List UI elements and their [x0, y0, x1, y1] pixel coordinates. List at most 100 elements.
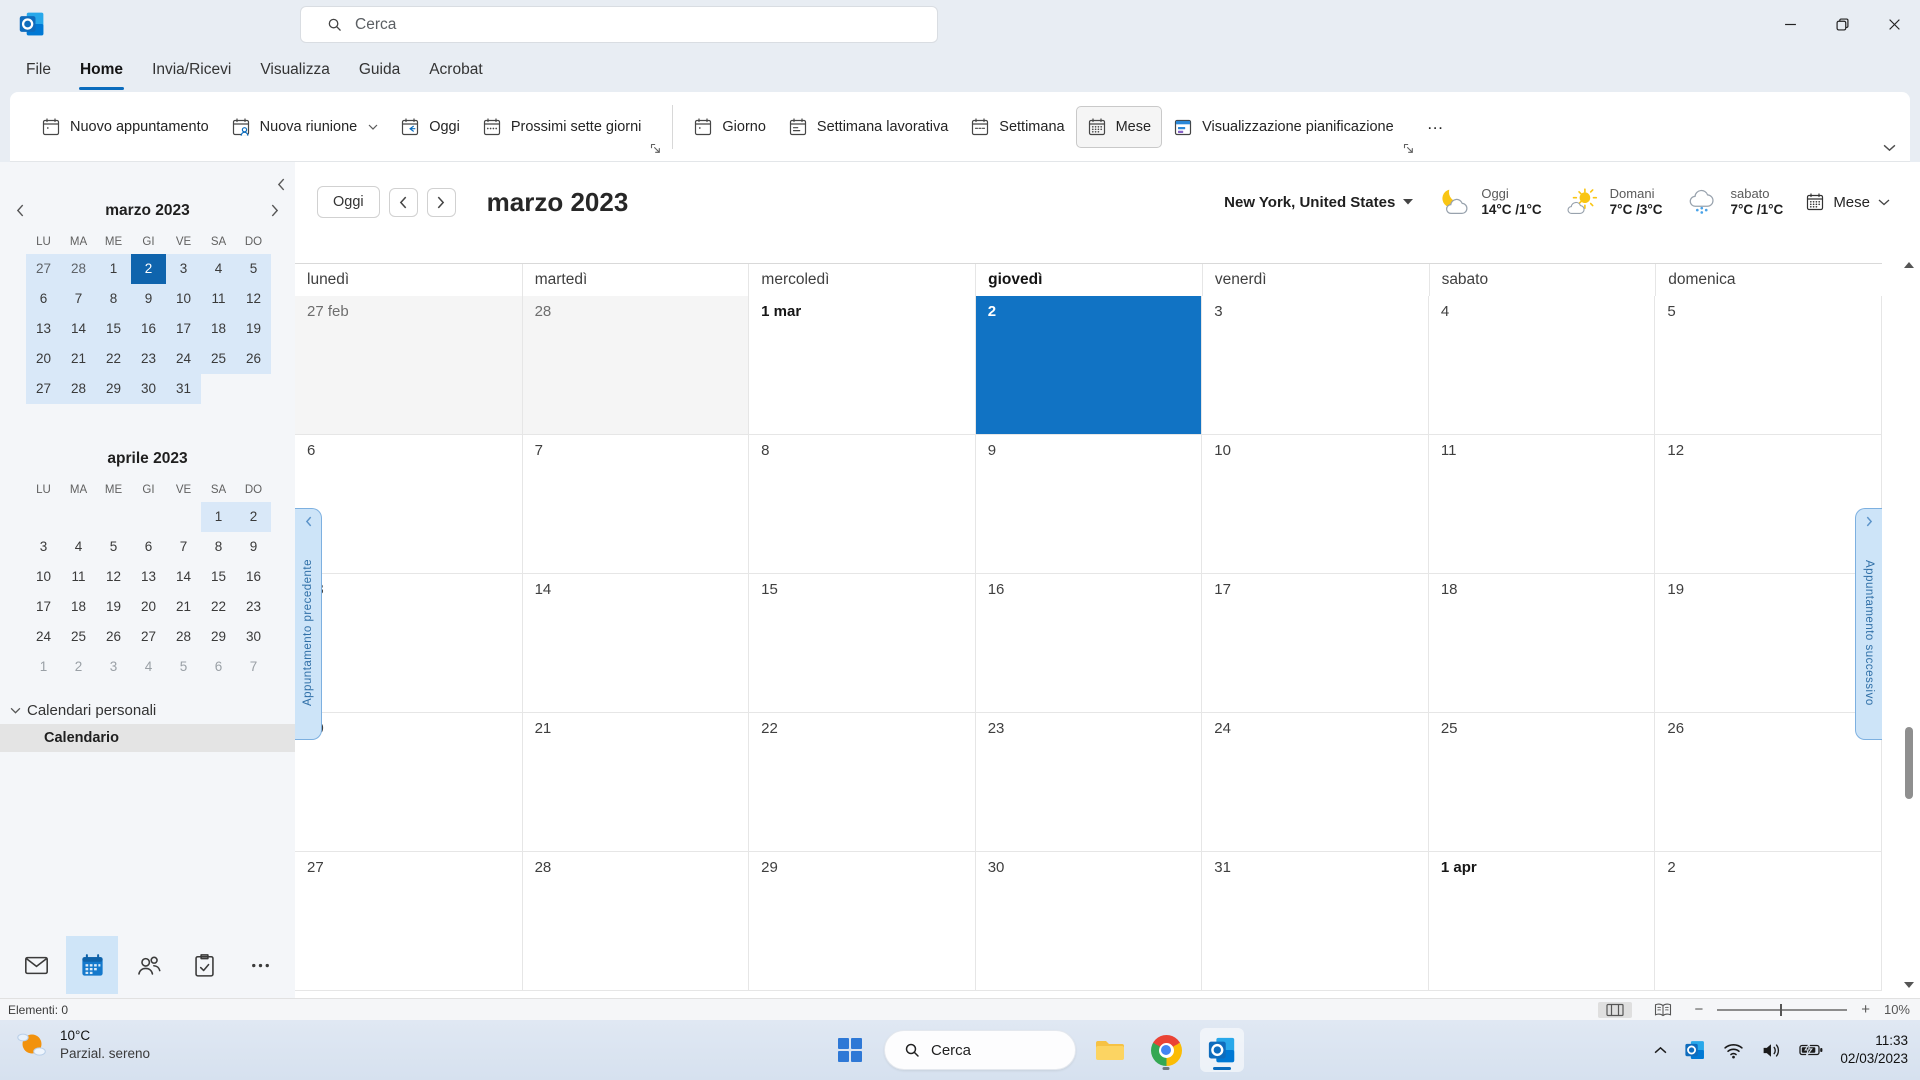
next-appointment-tab[interactable]: Appuntamento successivo: [1855, 508, 1882, 740]
mini-day-cell[interactable]: 21: [166, 592, 201, 622]
mini-day-cell[interactable]: 30: [236, 622, 271, 652]
mini-day-cell[interactable]: 27: [26, 374, 61, 404]
mini-day-cell[interactable]: 24: [166, 344, 201, 374]
mini-day-cell[interactable]: 3: [26, 532, 61, 562]
mini-day-cell[interactable]: 1: [201, 502, 236, 532]
day-cell-28[interactable]: 28: [522, 852, 749, 991]
menu-tab-visualizza[interactable]: Visualizza: [259, 57, 331, 83]
weather-location-dropdown[interactable]: New York, United States: [1224, 194, 1413, 211]
mini-day-cell[interactable]: 23: [236, 592, 271, 622]
app-search-box[interactable]: [300, 6, 938, 43]
dialog-launcher-icon[interactable]: [1403, 143, 1414, 154]
mini-day-cell[interactable]: 17: [166, 314, 201, 344]
weather-chip-sabato[interactable]: sabato7°C /1°C: [1684, 186, 1783, 218]
mini-day-cell[interactable]: 5: [96, 532, 131, 562]
battery-charging-icon[interactable]: [1799, 1043, 1823, 1057]
today-button[interactable]: Oggi: [317, 186, 380, 218]
mini-day-cell[interactable]: 2: [61, 652, 96, 682]
day-cell-6[interactable]: 6: [295, 435, 522, 574]
day-cell-4[interactable]: 4: [1428, 296, 1655, 435]
menu-tab-file[interactable]: File: [25, 57, 52, 83]
mini-day-cell[interactable]: 2: [131, 254, 166, 284]
scrollbar-thumb[interactable]: [1905, 727, 1913, 799]
ribbon-collapse-chevron-down-icon[interactable]: [1883, 144, 1896, 152]
day-cell-16[interactable]: 16: [975, 574, 1202, 713]
minimize-button[interactable]: [1764, 0, 1816, 48]
wifi-icon[interactable]: [1723, 1042, 1744, 1059]
volume-icon[interactable]: [1761, 1042, 1782, 1059]
day-cell-23[interactable]: 23: [975, 713, 1202, 852]
module-mail-button[interactable]: [10, 936, 62, 994]
day-cell-12[interactable]: 12: [1654, 435, 1881, 574]
start-button[interactable]: [828, 1028, 872, 1072]
mini-day-cell[interactable]: 20: [131, 592, 166, 622]
day-cell-30[interactable]: 30: [975, 852, 1202, 991]
taskbar-clock[interactable]: 11:33 02/03/2023: [1840, 1032, 1908, 1068]
mini-day-cell[interactable]: 5: [236, 254, 271, 284]
mini-day-cell[interactable]: 4: [201, 254, 236, 284]
mini-day-cell[interactable]: 28: [166, 622, 201, 652]
mini-day-cell[interactable]: 15: [201, 562, 236, 592]
mini-day-cell[interactable]: 7: [236, 652, 271, 682]
zoom-slider[interactable]: [1717, 1003, 1847, 1017]
mini-day-cell[interactable]: 22: [96, 344, 131, 374]
sidebar-item-calendario[interactable]: Calendario: [0, 724, 295, 752]
mini-day-cell[interactable]: 12: [236, 284, 271, 314]
previous-month-button[interactable]: [389, 188, 418, 217]
mini-day-cell[interactable]: 6: [26, 284, 61, 314]
day-cell-25[interactable]: 25: [1428, 713, 1655, 852]
mini-day-cell[interactable]: 29: [96, 374, 131, 404]
zoom-out-button[interactable]: −: [1694, 1001, 1703, 1018]
mini-day-cell[interactable]: 30: [131, 374, 166, 404]
mini-day-cell[interactable]: 25: [61, 622, 96, 652]
next-month-button[interactable]: [427, 188, 456, 217]
day-cell-17[interactable]: 17: [1201, 574, 1428, 713]
weather-chip-oggi[interactable]: Oggi14°C /1°C: [1435, 186, 1541, 218]
mini-day-cell[interactable]: 4: [131, 652, 166, 682]
day-cell-2[interactable]: 2: [975, 296, 1202, 435]
mini-day-cell[interactable]: 6: [131, 532, 166, 562]
mini-day-cell[interactable]: 9: [131, 284, 166, 314]
zoom-in-button[interactable]: +: [1861, 1001, 1870, 1018]
day-cell-9[interactable]: 9: [975, 435, 1202, 574]
menu-tab-invia-ricevi[interactable]: Invia/Ricevi: [151, 57, 232, 83]
mini-day-cell[interactable]: 10: [26, 562, 61, 592]
mini-day-cell[interactable]: 7: [166, 532, 201, 562]
mini-day-cell[interactable]: 28: [61, 374, 96, 404]
vertical-scrollbar[interactable]: [1902, 262, 1916, 988]
day-cell-3[interactable]: 3: [1201, 296, 1428, 435]
zoom-slider-thumb[interactable]: [1780, 1004, 1782, 1016]
module-people-button[interactable]: [122, 936, 174, 994]
mini-day-cell[interactable]: 13: [131, 562, 166, 592]
mini-day-cell[interactable]: 3: [96, 652, 131, 682]
scroll-up-icon[interactable]: [1902, 262, 1916, 268]
tray-chevron-up-icon[interactable]: [1654, 1046, 1667, 1054]
sidebar-collapse-chevron-left-icon[interactable]: [277, 178, 285, 191]
module-calendar-button[interactable]: [66, 936, 118, 994]
module-more-button[interactable]: [234, 936, 286, 994]
ribbon-prossimi-sette-giorni-button[interactable]: Prossimi sette giorni: [471, 106, 653, 148]
search-input[interactable]: [355, 16, 875, 34]
ribbon-nuovo-appuntamento-button[interactable]: Nuovo appuntamento: [30, 106, 220, 148]
mini-day-cell[interactable]: 2: [236, 502, 271, 532]
day-cell-31[interactable]: 31: [1201, 852, 1428, 991]
mini-day-cell[interactable]: 27: [26, 254, 61, 284]
taskbar-search[interactable]: Cerca: [884, 1030, 1076, 1070]
day-cell-21[interactable]: 21: [522, 713, 749, 852]
mini-day-cell[interactable]: 11: [61, 562, 96, 592]
mini-day-cell[interactable]: 28: [61, 254, 96, 284]
day-cell-24[interactable]: 24: [1201, 713, 1428, 852]
mini-day-cell[interactable]: 26: [96, 622, 131, 652]
mini-day-cell[interactable]: 6: [201, 652, 236, 682]
day-cell-28[interactable]: 28: [522, 296, 749, 435]
mini-day-cell[interactable]: 18: [201, 314, 236, 344]
day-cell-8[interactable]: 8: [748, 435, 975, 574]
mini-day-cell[interactable]: 22: [201, 592, 236, 622]
previous-appointment-tab[interactable]: Appuntamento precedente: [295, 508, 322, 740]
module-tasks-button[interactable]: [178, 936, 230, 994]
normal-view-button[interactable]: [1598, 1002, 1632, 1018]
ribbon-settimana-button[interactable]: Settimana: [959, 106, 1075, 148]
mini-day-cell[interactable]: 18: [61, 592, 96, 622]
menu-tab-home[interactable]: Home: [79, 57, 124, 83]
mini-day-cell[interactable]: 3: [166, 254, 201, 284]
